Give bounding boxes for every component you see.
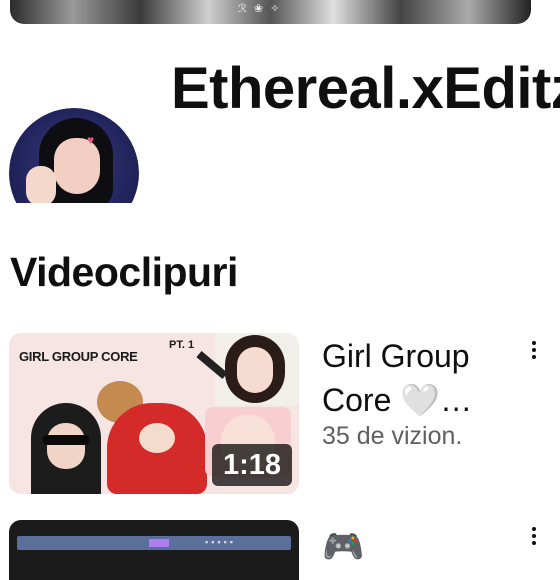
video-duration-badge: 1:18 (212, 444, 292, 486)
video-thumbnail[interactable]: ▪▪▪▪▪ (9, 520, 299, 580)
thumbnail-tag: PT. 1 (169, 339, 195, 351)
video-thumbnail[interactable]: GIRL GROUP CORE PT. 1 1:18 (9, 333, 299, 494)
game-controller-icon: 🎮 (322, 528, 365, 566)
thumbnail-figure (31, 403, 101, 494)
avatar-image: ♥ (9, 108, 139, 203)
channel-name: Ethereal.xEditz (171, 56, 560, 121)
more-options-icon[interactable] (525, 524, 543, 550)
thumbnail-caption: GIRL GROUP CORE (19, 349, 138, 364)
heart-hairclip-icon: ♥ (87, 133, 95, 147)
channel-avatar[interactable]: ♥ (9, 108, 139, 203)
more-options-icon[interactable] (525, 338, 543, 364)
thumbnail-figure (215, 333, 299, 405)
thumbnail-toolbar: ▪▪▪▪▪ (205, 537, 236, 547)
video-title[interactable]: Girl Group Core 🤍… (322, 334, 512, 422)
thumbnail-figure (107, 403, 207, 494)
video-view-count: 35 de vizion. (322, 422, 463, 450)
banner-text: ℛ ❀ ✧ (238, 3, 282, 15)
section-title-videos: Videoclipuri (10, 249, 238, 295)
channel-banner: ℛ ❀ ✧ (10, 0, 531, 24)
